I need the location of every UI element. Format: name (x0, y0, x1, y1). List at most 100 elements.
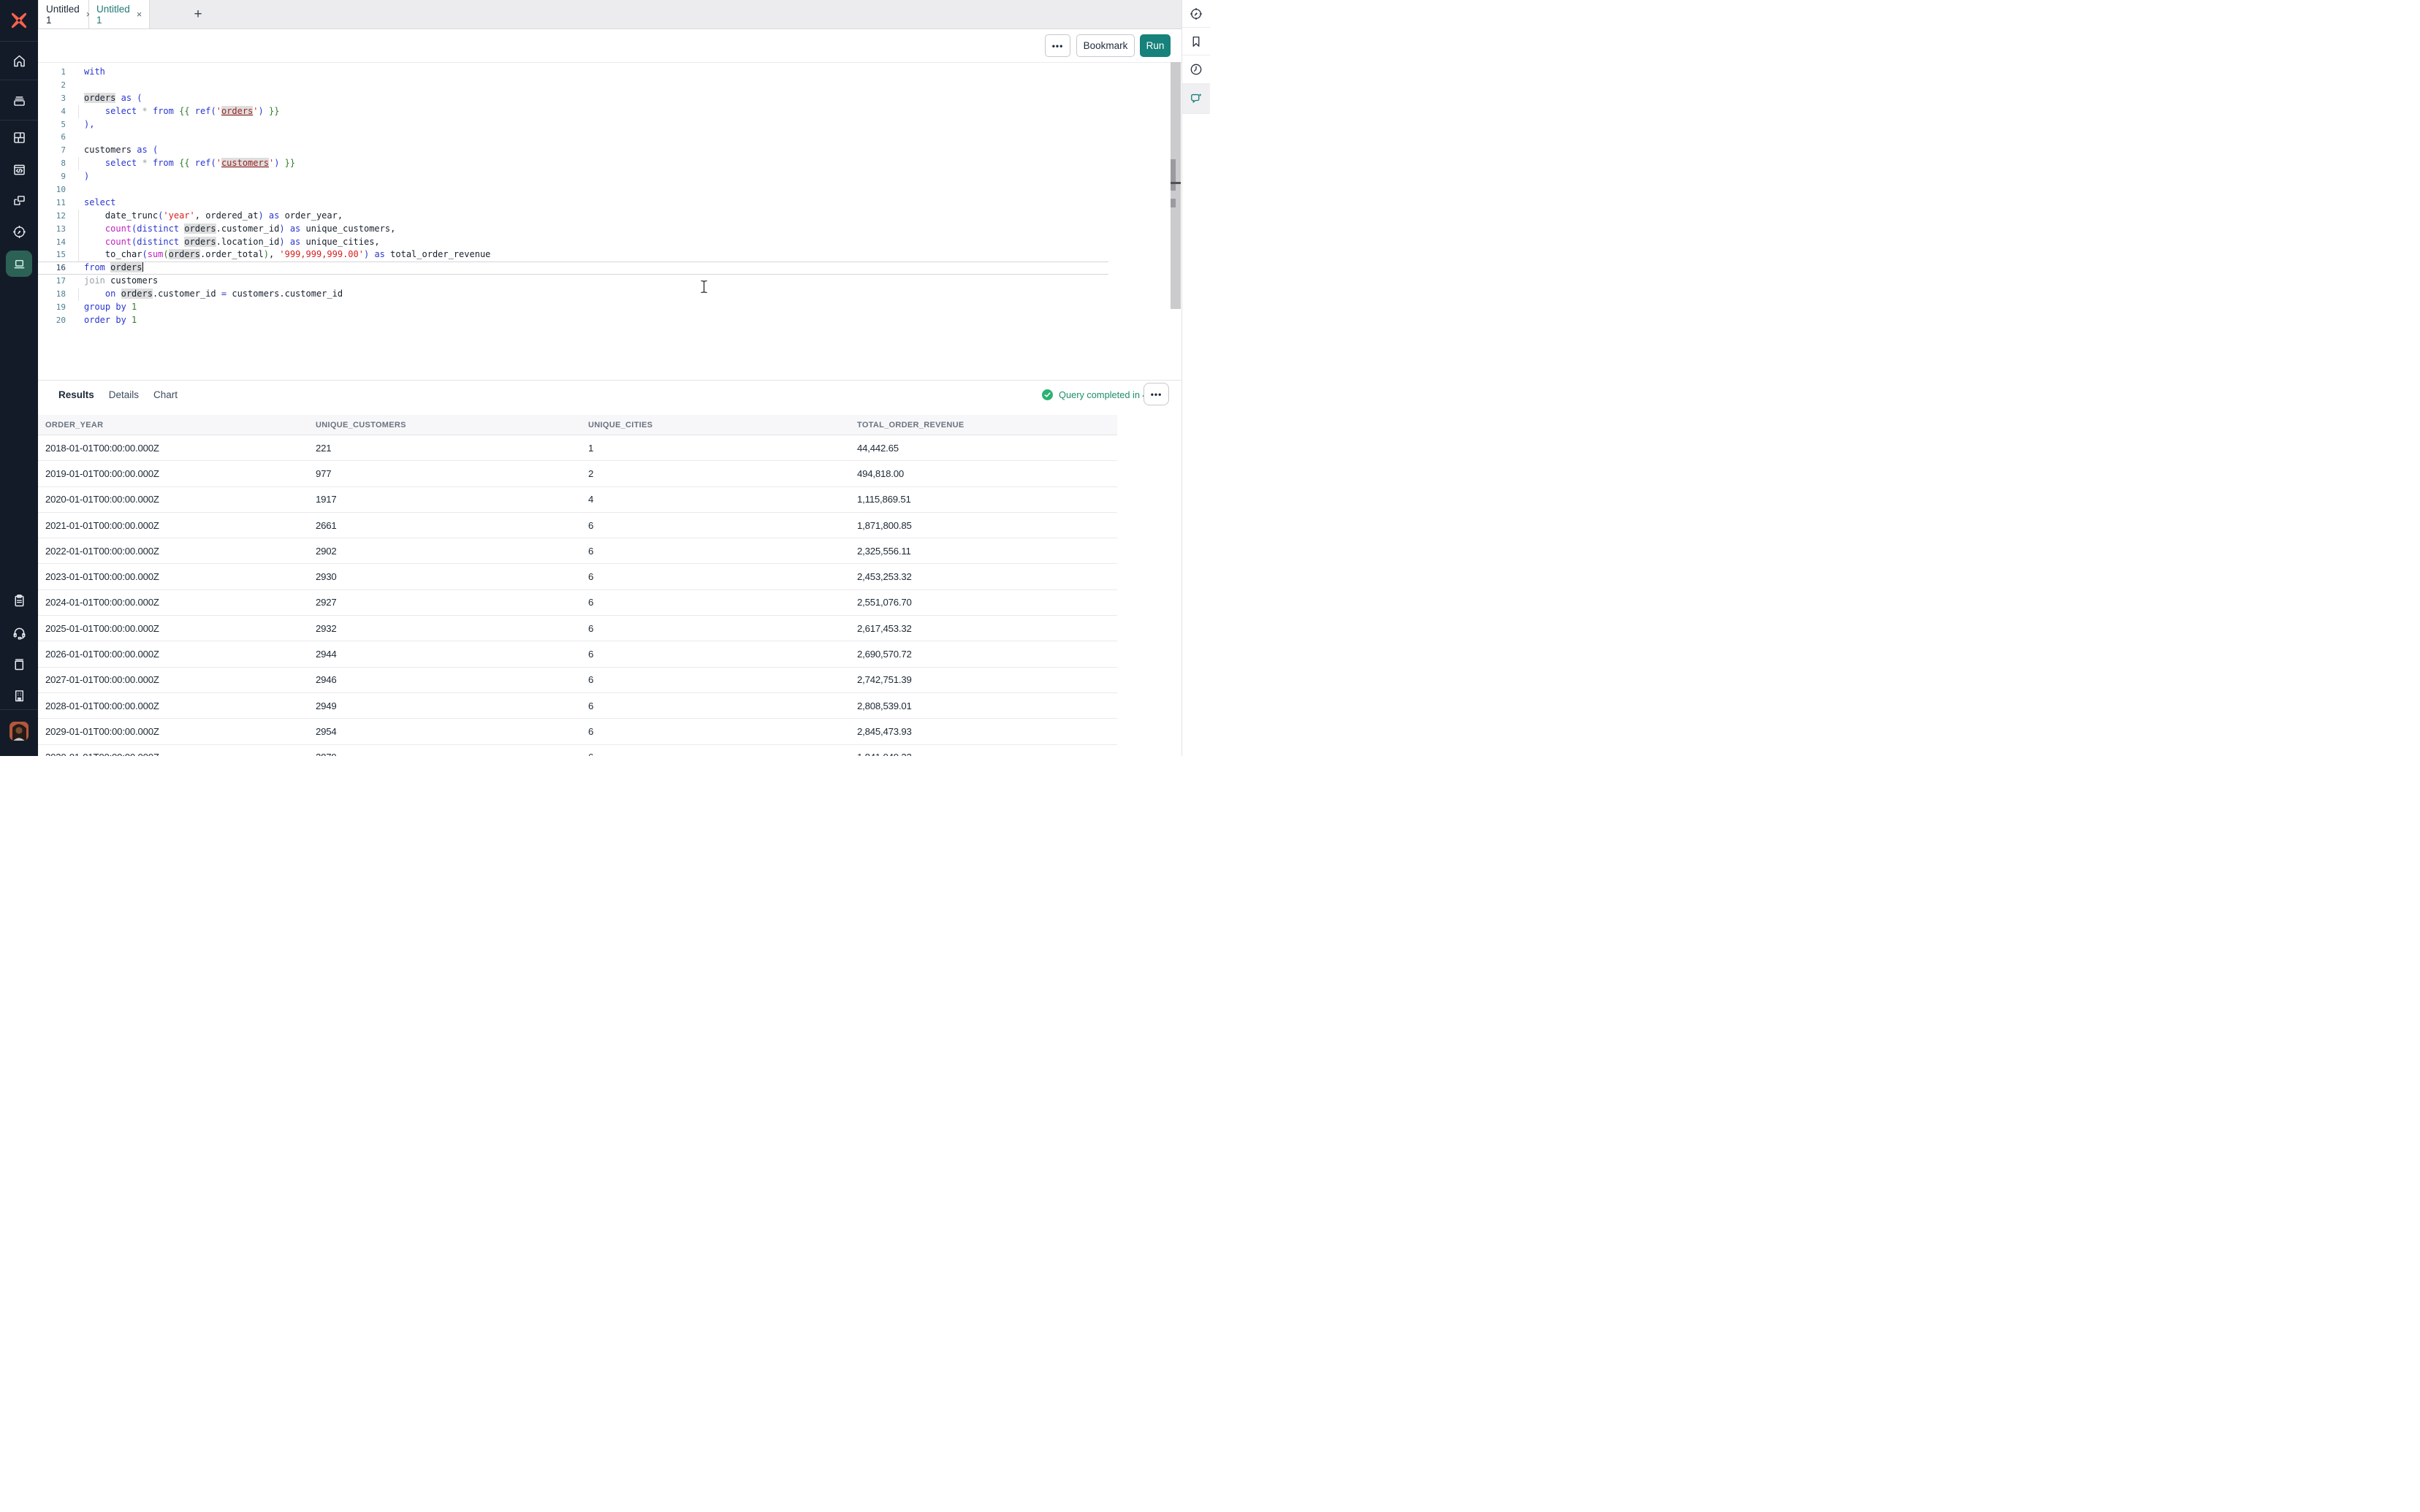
table-cell[interactable]: 2,551,076.70 (857, 597, 1117, 608)
sidebar-item-explore[interactable] (0, 224, 38, 240)
table-row[interactable]: 2023-01-01T00:00:00.000Z293062,453,253.3… (38, 564, 1117, 589)
table-cell[interactable]: 6 (588, 752, 857, 756)
table-cell[interactable]: 2,690,570.72 (857, 649, 1117, 660)
sidebar-item-changelog[interactable] (0, 593, 38, 608)
table-row[interactable]: 2021-01-01T00:00:00.000Z266161,871,800.8… (38, 513, 1117, 538)
table-cell[interactable]: 6 (588, 674, 857, 685)
table-cell[interactable]: 6 (588, 623, 857, 634)
table-cell[interactable]: 2029-01-01T00:00:00.000Z (45, 726, 316, 737)
code-line[interactable]: 9) (38, 170, 1108, 183)
table-cell[interactable]: 2661 (316, 520, 588, 531)
column-header[interactable]: UNIQUE_CUSTOMERS (316, 421, 588, 429)
table-row[interactable]: 2024-01-01T00:00:00.000Z292762,551,076.7… (38, 590, 1117, 616)
code-line[interactable]: 17join customers (38, 275, 1108, 288)
code-line[interactable]: 7customers as ( (38, 144, 1108, 157)
tab-chart[interactable]: Chart (153, 389, 178, 400)
code-line[interactable]: 10 (38, 183, 1108, 196)
run-button[interactable]: Run (1140, 34, 1171, 57)
table-cell[interactable]: 1 (588, 443, 857, 454)
table-cell[interactable]: 2949 (316, 700, 588, 711)
table-row[interactable]: 2028-01-01T00:00:00.000Z294962,808,539.0… (38, 693, 1117, 719)
table-cell[interactable]: 221 (316, 443, 588, 454)
sidebar-item-history[interactable] (1182, 56, 1210, 84)
bookmark-button[interactable]: Bookmark (1076, 34, 1135, 57)
table-cell[interactable]: 2,808,539.01 (857, 700, 1117, 711)
sql-editor[interactable]: 1with23orders as (4 select * from {{ ref… (38, 66, 1108, 327)
table-cell[interactable]: 1,871,800.85 (857, 520, 1117, 531)
code-line[interactable]: 14 count(distinct orders.location_id) as… (38, 236, 1108, 249)
table-cell[interactable]: 44,442.65 (857, 443, 1117, 454)
table-cell[interactable]: 2946 (316, 674, 588, 685)
scrollbar-thumb-secondary[interactable] (1171, 199, 1176, 207)
column-header[interactable]: TOTAL_ORDER_REVENUE (857, 421, 1117, 429)
table-cell[interactable]: 2,453,253.32 (857, 571, 1117, 582)
table-row[interactable]: 2022-01-01T00:00:00.000Z290262,325,556.1… (38, 538, 1117, 564)
table-row[interactable]: 2026-01-01T00:00:00.000Z294462,690,570.7… (38, 641, 1117, 667)
code-line[interactable]: 4 select * from {{ ref('orders') }} (38, 105, 1108, 118)
table-row[interactable]: 2018-01-01T00:00:00.000Z221144,442.65 (38, 435, 1117, 461)
code-line[interactable]: 18 on orders.customer_id = customers.cus… (38, 288, 1108, 301)
table-cell[interactable]: 2023-01-01T00:00:00.000Z (45, 571, 316, 582)
table-cell[interactable]: 2,742,751.39 (857, 674, 1117, 685)
table-cell[interactable]: 6 (588, 571, 857, 582)
sidebar-item-home[interactable] (0, 42, 38, 80)
results-more-button[interactable]: ••• (1144, 383, 1169, 405)
table-cell[interactable]: 2024-01-01T00:00:00.000Z (45, 597, 316, 608)
code-line[interactable]: 19group by 1 (38, 301, 1108, 314)
sidebar-item-organization[interactable] (0, 688, 38, 703)
table-cell[interactable]: 2020-01-01T00:00:00.000Z (45, 494, 316, 505)
column-header[interactable]: ORDER_YEAR (45, 421, 316, 429)
sidebar-item-docs[interactable] (0, 657, 38, 672)
table-row[interactable]: 2025-01-01T00:00:00.000Z293262,617,453.3… (38, 616, 1117, 641)
table-cell[interactable]: 6 (588, 597, 857, 608)
scrollbar-thumb[interactable] (1171, 159, 1176, 191)
table-cell[interactable]: 6 (588, 700, 857, 711)
avatar[interactable] (9, 722, 28, 741)
code-line[interactable]: 11select (38, 196, 1108, 210)
close-icon[interactable]: × (137, 9, 142, 20)
code-line[interactable]: 1with (38, 66, 1108, 79)
table-cell[interactable]: 2930 (316, 571, 588, 582)
sidebar-item-code[interactable] (0, 162, 38, 177)
table-cell[interactable]: 1,115,869.51 (857, 494, 1117, 505)
sidebar-item-projects[interactable] (0, 80, 38, 120)
table-row[interactable]: 2030-01-01T00:00:00.000Z287961,841,049.3… (38, 745, 1117, 756)
code-line[interactable]: 13 count(distinct orders.customer_id) as… (38, 223, 1108, 236)
tab-untitled-1[interactable]: Untitled 1 × (39, 0, 89, 28)
code-line[interactable]: 8 select * from {{ ref('customers') }} (38, 157, 1108, 170)
table-cell[interactable]: 1,841,049.32 (857, 752, 1117, 756)
table-cell[interactable]: 2954 (316, 726, 588, 737)
hex-logo[interactable] (0, 0, 38, 41)
table-row[interactable]: 2019-01-01T00:00:00.000Z9772494,818.00 (38, 461, 1117, 486)
table-cell[interactable]: 2932 (316, 623, 588, 634)
table-cell[interactable]: 2,845,473.93 (857, 726, 1117, 737)
table-cell[interactable]: 2902 (316, 546, 588, 557)
table-cell[interactable]: 6 (588, 520, 857, 531)
table-cell[interactable]: 6 (588, 726, 857, 737)
sidebar-item-workspace-active[interactable] (6, 251, 32, 277)
table-row[interactable]: 2029-01-01T00:00:00.000Z295462,845,473.9… (38, 719, 1117, 744)
table-cell[interactable]: 2927 (316, 597, 588, 608)
sidebar-item-components[interactable] (0, 193, 38, 208)
code-line[interactable]: 6 (38, 131, 1108, 144)
table-cell[interactable]: 2944 (316, 649, 588, 660)
code-line[interactable]: 16from orders (38, 261, 1108, 275)
sidebar-item-bookmarks[interactable] (1182, 28, 1210, 56)
table-cell[interactable]: 2018-01-01T00:00:00.000Z (45, 443, 316, 454)
table-cell[interactable]: 2,617,453.32 (857, 623, 1117, 634)
code-line[interactable]: 20order by 1 (38, 314, 1108, 327)
table-cell[interactable]: 2,325,556.11 (857, 546, 1117, 557)
table-cell[interactable]: 2879 (316, 752, 588, 756)
table-cell[interactable]: 6 (588, 649, 857, 660)
table-cell[interactable]: 2026-01-01T00:00:00.000Z (45, 649, 316, 660)
table-row[interactable]: 2027-01-01T00:00:00.000Z294662,742,751.3… (38, 668, 1117, 693)
table-cell[interactable]: 2025-01-01T00:00:00.000Z (45, 623, 316, 634)
sidebar-item-support[interactable] (0, 625, 38, 641)
sidebar-item-explore-right[interactable] (1182, 0, 1210, 28)
column-header[interactable]: UNIQUE_CITIES (588, 421, 857, 429)
tab-details[interactable]: Details (109, 389, 139, 400)
code-line[interactable]: 5), (38, 118, 1108, 131)
code-line[interactable]: 15 to_char(sum(orders.order_total), '999… (38, 248, 1108, 261)
table-cell[interactable]: 977 (316, 468, 588, 479)
table-cell[interactable]: 2021-01-01T00:00:00.000Z (45, 520, 316, 531)
